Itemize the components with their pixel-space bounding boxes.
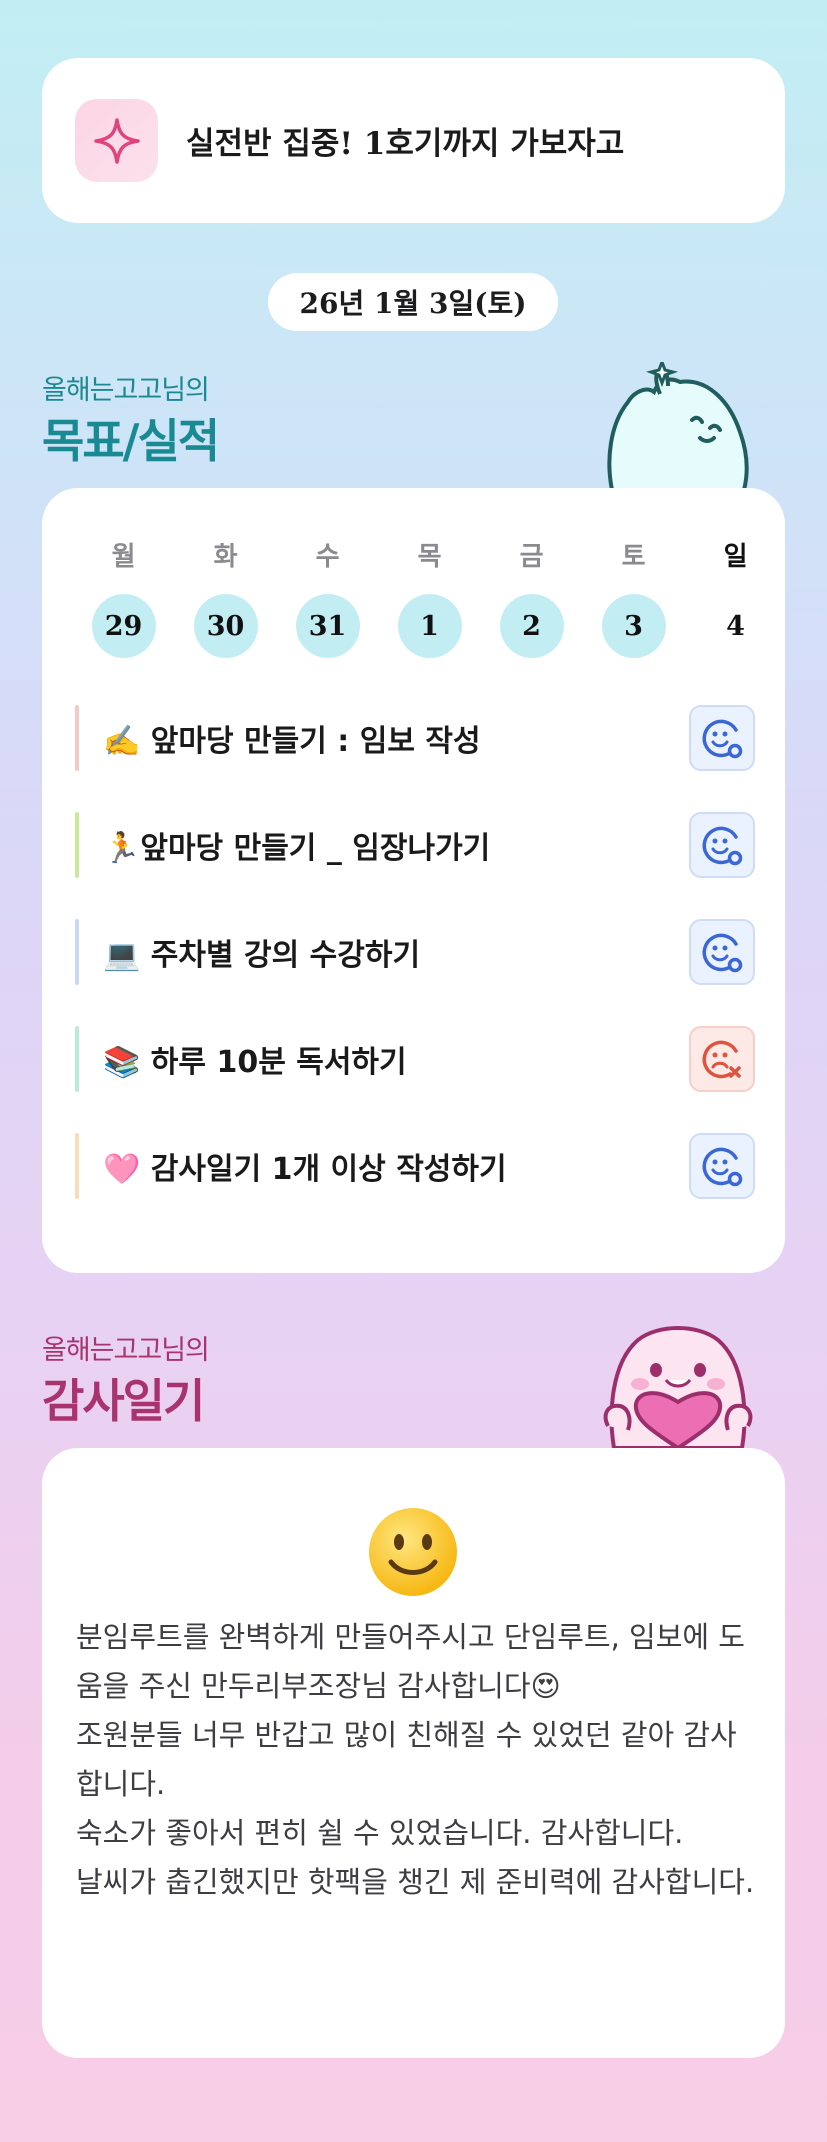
gratitude-title: 감사일기 (42, 1374, 205, 1428)
goal-label: 💻 주차별 강의 수강하기 (103, 938, 421, 973)
goal-color-bar (75, 1026, 79, 1092)
day-name: 월 (111, 542, 136, 572)
sparkle-icon (75, 99, 158, 182)
goal-done-icon[interactable] (689, 919, 755, 985)
day-name: 토 (621, 542, 646, 572)
day-column[interactable]: 일4 (704, 536, 768, 658)
day-column[interactable]: 수 31 (295, 536, 360, 658)
day-name: 목 (417, 542, 442, 572)
motto-text: 실전반 집중! 1호기까지 가보자고 (186, 126, 625, 162)
smile-emoji-icon (369, 1508, 457, 1596)
day-number[interactable]: 3 (601, 594, 666, 658)
goal-label: 🩷 감사일기 1개 이상 작성하기 (103, 1152, 507, 1187)
goal-missed-icon[interactable] (689, 1026, 755, 1092)
goals-section-header: 올해는고고님의 목표/실적 (42, 368, 220, 471)
goals-card: 월 29 화 30 수 31 목 1 금 2 토 3 일 4 ✍️ 앞마당 만들기 : 임보 작성 🏃앞마당… (42, 488, 785, 1273)
day-name: 화 (213, 542, 238, 572)
day-number[interactable]: 1 (397, 594, 462, 658)
day-column[interactable]: 화 30 (193, 536, 258, 658)
goal-done-icon[interactable] (689, 1133, 755, 1199)
day-number[interactable]: 2 (499, 594, 564, 658)
goal-color-bar (75, 705, 79, 771)
gratitude-line: 날씨가 춥긴했지만 핫팩을 챙긴 제 준비력에 감사합니다. (76, 1865, 755, 1899)
date-pill[interactable]: 26년 1월 3일(토) (268, 273, 558, 331)
day-number[interactable]: 29 (91, 594, 156, 658)
goals-title: 목표/실적 (42, 414, 220, 468)
goal-label: 🏃앞마당 만들기 _ 임장나가기 (103, 831, 491, 866)
day-column[interactable]: 금2 (499, 536, 564, 658)
mascot-waving-icon (607, 362, 749, 490)
goal-done-icon[interactable] (689, 705, 755, 771)
day-name: 일 (723, 542, 748, 572)
day-name: 금 (519, 542, 544, 572)
gratitude-section-header: 올해는고고님의 감사일기 (42, 1328, 210, 1431)
goal-label: ✍️ 앞마당 만들기 : 임보 작성 (103, 724, 481, 759)
gratitude-line: 숙소가 좋아서 편히 쉴 수 있었습니다. 감사합니다. (76, 1816, 684, 1850)
day-column[interactable]: 월 29 (91, 536, 156, 658)
day-number[interactable]: 31 (295, 594, 360, 658)
goal-label: 📚 하루 10분 독서하기 (103, 1045, 407, 1080)
gratitude-subtitle: 올해는고고님의 (42, 1335, 210, 1366)
gratitude-line: 조원분들 너무 반갑고 많이 친해질 수 있었던 같아 감사합니다. (76, 1718, 737, 1801)
day-name: 수 (315, 542, 340, 572)
goals-subtitle: 올해는고고님의 (42, 375, 210, 406)
day-number[interactable]: 4 (704, 594, 768, 658)
goal-color-bar (75, 919, 79, 985)
motto-card: 실전반 집중! 1호기까지 가보자고 (42, 58, 785, 223)
goal-color-bar (75, 812, 79, 878)
day-column[interactable]: 목1 (397, 536, 462, 658)
goal-color-bar (75, 1133, 79, 1199)
day-column[interactable]: 토3 (601, 536, 666, 658)
goal-item[interactable]: 💻 주차별 강의 수강하기 (75, 919, 755, 985)
mascot-heart-icon (603, 1326, 753, 1448)
gratitude-text: 분임루트를 완벽하게 만들어주시고 단임루트, 임보에 도움을 주신 만두리부조… (76, 1613, 756, 1907)
gratitude-card: 분임루트를 완벽하게 만들어주시고 단임루트, 임보에 도움을 주신 만두리부조… (42, 1448, 785, 2058)
goal-item[interactable]: 📚 하루 10분 독서하기 (75, 1026, 755, 1092)
gratitude-line: 분임루트를 완벽하게 만들어주시고 단임루트, 임보에 도움을 주신 만두리부조… (76, 1620, 745, 1703)
goal-done-icon[interactable] (689, 812, 755, 878)
goal-item[interactable]: ✍️ 앞마당 만들기 : 임보 작성 (75, 705, 755, 771)
goal-item[interactable]: 🏃앞마당 만들기 _ 임장나가기 (75, 812, 755, 878)
day-number[interactable]: 30 (193, 594, 258, 658)
goal-item[interactable]: 🩷 감사일기 1개 이상 작성하기 (75, 1133, 755, 1199)
